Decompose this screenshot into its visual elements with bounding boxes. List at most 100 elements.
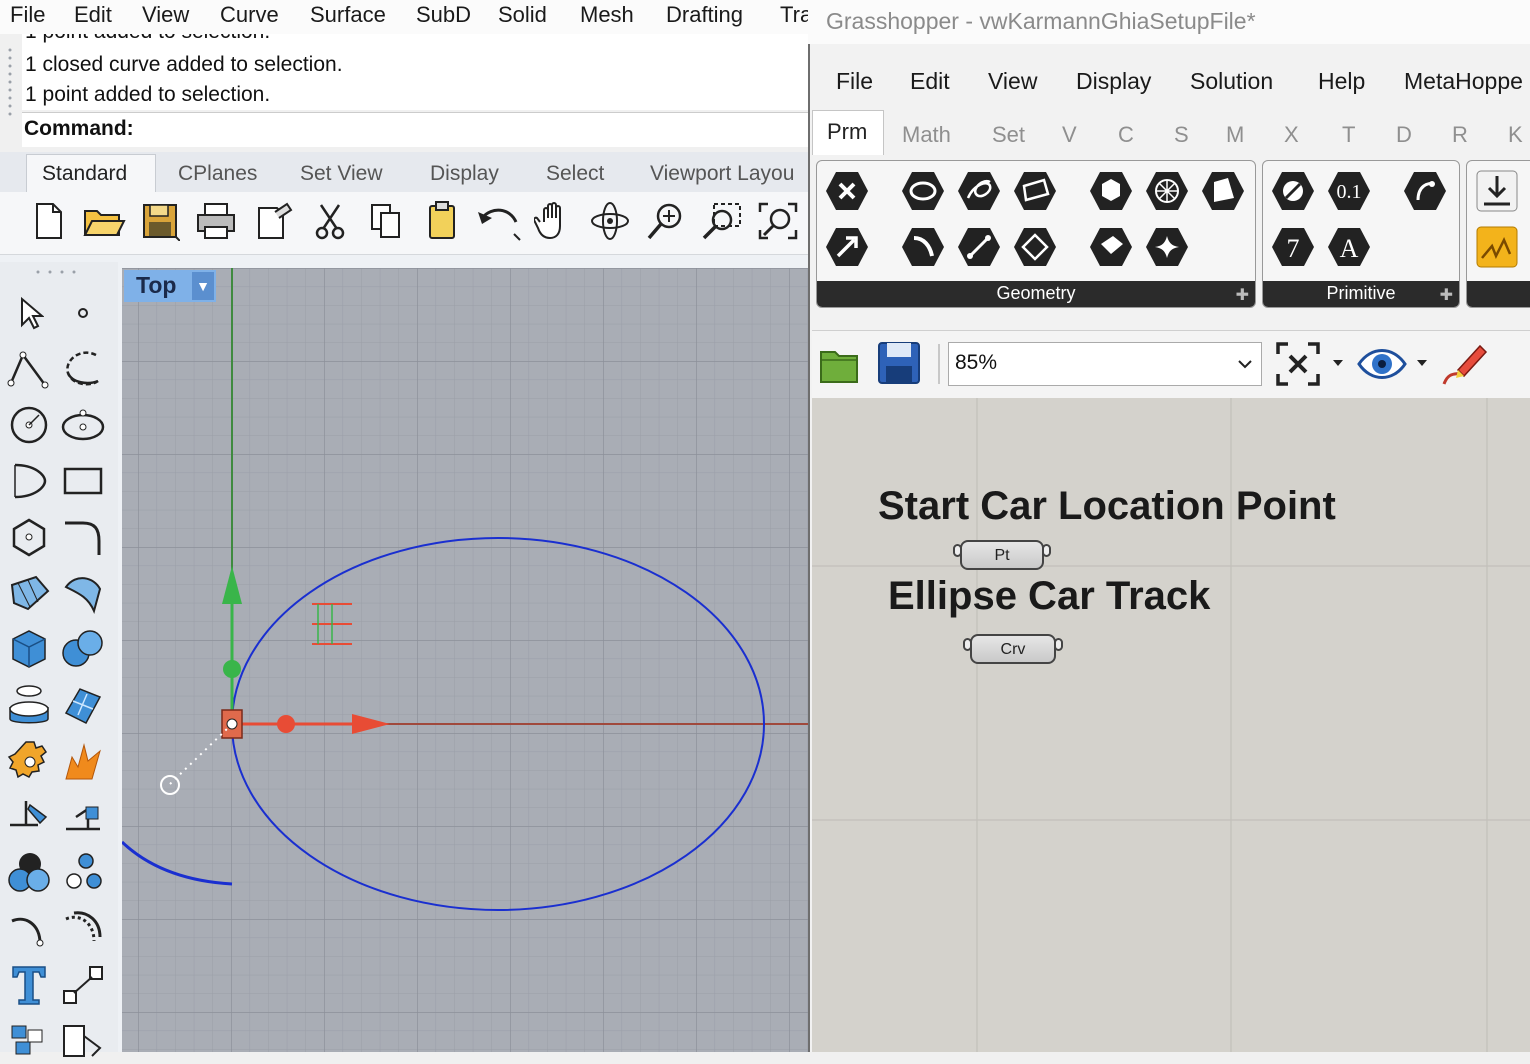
- param-path-icon[interactable]: [1401, 167, 1449, 215]
- tab-set[interactable]: Set: [992, 122, 1025, 148]
- menu-view[interactable]: View: [142, 2, 189, 28]
- gh-menu-help[interactable]: Help: [1318, 68, 1365, 95]
- tab-set-view[interactable]: Set View: [300, 162, 383, 186]
- save-icon[interactable]: [876, 340, 922, 386]
- layout-icon[interactable]: [58, 1014, 108, 1064]
- tab-display[interactable]: Display: [430, 162, 499, 186]
- menu-solid[interactable]: Solid: [498, 2, 547, 28]
- viewport-menu-icon[interactable]: ▼: [192, 272, 214, 300]
- boolean-icon[interactable]: [4, 848, 54, 898]
- undo-icon[interactable]: [474, 196, 522, 246]
- open-file-icon[interactable]: [80, 196, 128, 246]
- paste-icon[interactable]: [418, 196, 466, 246]
- gh-menu-file[interactable]: File: [836, 68, 873, 95]
- grip-handle-icon[interactable]: [30, 266, 90, 278]
- group-icon[interactable]: [4, 1014, 54, 1064]
- param-gradient-icon[interactable]: [1473, 223, 1521, 271]
- select-arrow-icon[interactable]: [4, 288, 54, 338]
- param-mesh-icon[interactable]: [1143, 167, 1191, 215]
- expand-icon[interactable]: ✚: [1236, 285, 1249, 305]
- sweep-icon[interactable]: [58, 568, 108, 618]
- text-icon[interactable]: [4, 960, 54, 1010]
- menu-subd[interactable]: SubD: [416, 2, 471, 28]
- output-grip[interactable]: [1042, 544, 1051, 557]
- param-curve-icon[interactable]: [955, 167, 1003, 215]
- curve-offset-icon[interactable]: [58, 904, 108, 954]
- input-panel-label[interactable]: [1467, 281, 1530, 307]
- copy-icon[interactable]: [362, 196, 410, 246]
- menu-mesh[interactable]: Mesh: [580, 2, 634, 28]
- tab-rhino[interactable]: R: [1452, 122, 1468, 148]
- primitive-panel-label[interactable]: Primitive: [1263, 281, 1459, 307]
- menu-surface[interactable]: Surface: [310, 2, 386, 28]
- dimension-angle-icon[interactable]: [58, 792, 108, 842]
- param-line-icon[interactable]: [955, 223, 1003, 271]
- curve-tool-icon[interactable]: [4, 904, 54, 954]
- zoom-dropdown[interactable]: 85%: [948, 342, 1262, 386]
- new-file-icon[interactable]: [24, 196, 72, 246]
- viewport-label[interactable]: Top ▼: [124, 270, 216, 302]
- tab-viewport-layout[interactable]: Viewport Layou: [650, 162, 794, 186]
- gh-menu-view[interactable]: View: [988, 68, 1037, 95]
- point-icon[interactable]: [58, 288, 108, 338]
- gh-menu-edit[interactable]: Edit: [910, 68, 950, 95]
- pan-hand-icon[interactable]: [530, 196, 578, 246]
- chevron-down-icon[interactable]: [1235, 349, 1255, 377]
- param-box-icon[interactable]: [1087, 223, 1135, 271]
- param-integer-icon[interactable]: 7: [1269, 223, 1317, 271]
- spheres-icon[interactable]: [58, 624, 108, 674]
- dimension-icon[interactable]: [4, 792, 54, 842]
- import-icon[interactable]: [250, 196, 298, 246]
- menu-file[interactable]: File: [10, 2, 45, 28]
- arc-icon[interactable]: [4, 456, 54, 506]
- grasshopper-canvas[interactable]: Start Car Location Point Pt Ellipse Car …: [812, 398, 1530, 1052]
- param-plane-icon[interactable]: [1011, 223, 1059, 271]
- open-file-icon[interactable]: [818, 340, 860, 386]
- zoom-extents-icon[interactable]: [1274, 340, 1322, 388]
- param-arc-icon[interactable]: [899, 223, 947, 271]
- curve-icon[interactable]: [58, 344, 108, 394]
- zoom-window-icon[interactable]: [698, 196, 746, 246]
- menu-edit[interactable]: Edit: [74, 2, 112, 28]
- curve-param-component[interactable]: Crv: [970, 634, 1056, 664]
- chevron-down-icon[interactable]: [1332, 356, 1344, 368]
- zoom-icon[interactable]: [642, 196, 690, 246]
- tab-math[interactable]: Math: [902, 122, 951, 148]
- menu-transform[interactable]: Tra: [780, 2, 810, 28]
- tab-curve[interactable]: C: [1118, 122, 1134, 148]
- param-surface-icon[interactable]: [1011, 167, 1059, 215]
- polyline-icon[interactable]: [4, 344, 54, 394]
- output-grip[interactable]: [1054, 638, 1063, 651]
- chevron-down-icon[interactable]: [1416, 356, 1428, 368]
- preview-eye-icon[interactable]: [1356, 342, 1408, 386]
- tab-standard[interactable]: Standard: [42, 162, 127, 186]
- gear-icon[interactable]: [4, 736, 54, 786]
- zoom-extents-icon[interactable]: [754, 196, 802, 246]
- box-icon[interactable]: [4, 624, 54, 674]
- param-subd-icon[interactable]: [1199, 167, 1247, 215]
- mesh-surface-icon[interactable]: [58, 680, 108, 730]
- point-param-component[interactable]: Pt: [960, 540, 1044, 570]
- tab-mesh[interactable]: M: [1226, 122, 1244, 148]
- tab-cplanes[interactable]: CPlanes: [178, 162, 257, 186]
- param-brep-icon[interactable]: [1087, 167, 1135, 215]
- spheres-small-icon[interactable]: [58, 848, 108, 898]
- circle-icon[interactable]: [4, 400, 54, 450]
- tab-transform[interactable]: T: [1342, 122, 1355, 148]
- surface-icon[interactable]: [4, 568, 54, 618]
- fillet-icon[interactable]: [58, 512, 108, 562]
- ellipse-icon[interactable]: [58, 400, 108, 450]
- menu-curve[interactable]: Curve: [220, 2, 279, 28]
- param-circle-icon[interactable]: [899, 167, 947, 215]
- gh-menu-solution[interactable]: Solution: [1190, 68, 1273, 95]
- param-field-icon[interactable]: [1143, 223, 1191, 271]
- menu-drafting[interactable]: Drafting: [666, 2, 743, 28]
- cylinder-icon[interactable]: [4, 680, 54, 730]
- geometry-panel-label[interactable]: Geometry: [817, 281, 1255, 307]
- param-geometry-icon[interactable]: [823, 167, 871, 215]
- print-icon[interactable]: [192, 196, 240, 246]
- gh-menu-display[interactable]: Display: [1076, 68, 1151, 95]
- tab-surface[interactable]: S: [1174, 122, 1189, 148]
- tab-prm[interactable]: Prm: [812, 110, 884, 155]
- cut-icon[interactable]: [306, 196, 354, 246]
